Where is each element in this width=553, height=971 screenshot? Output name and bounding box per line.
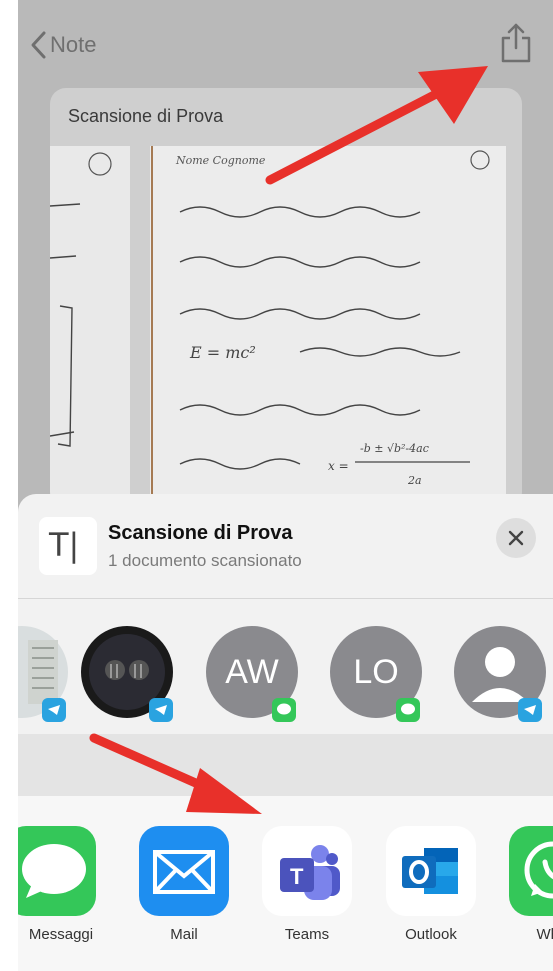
telegram-icon bbox=[149, 698, 173, 722]
mail-icon bbox=[153, 850, 215, 894]
separator-band bbox=[18, 734, 553, 796]
back-button[interactable]: Note bbox=[28, 28, 96, 62]
teams-app-button[interactable]: T bbox=[262, 826, 352, 916]
apps-row: Messaggi Mail T Teams Outlook W bbox=[18, 796, 553, 971]
share-sheet: T| Scansione di Prova 1 documento scansi… bbox=[18, 494, 553, 971]
app-label-teams: Teams bbox=[284, 926, 330, 943]
contact-photo-partial[interactable] bbox=[18, 626, 68, 722]
messages-icon bbox=[22, 844, 86, 898]
scanned-page-1 bbox=[50, 146, 130, 508]
mail-app-button[interactable] bbox=[139, 826, 229, 916]
preview-title: Scansione di Prova bbox=[68, 106, 224, 126]
share-icon[interactable] bbox=[498, 22, 534, 64]
screen: Note Scansione di Prova Nome Cognome E =… bbox=[0, 0, 553, 971]
outlook-icon bbox=[402, 848, 458, 894]
outlook-app-button[interactable] bbox=[386, 826, 476, 916]
messages-badge-icon bbox=[396, 698, 420, 722]
svg-text:E = mc²: E = mc² bbox=[189, 343, 256, 362]
contact-aw[interactable]: AW bbox=[206, 626, 298, 722]
share-title: Scansione di Prova bbox=[108, 522, 293, 544]
back-label: Note bbox=[50, 32, 97, 57]
svg-text:2a: 2a bbox=[407, 474, 422, 487]
share-subtitle: 1 documento scansionato bbox=[108, 551, 302, 570]
app-label-mail: Mail bbox=[170, 926, 198, 943]
svg-text:x =: x = bbox=[328, 459, 349, 473]
whatsapp-app-button[interactable] bbox=[509, 826, 553, 916]
svg-text:-b ± √b²-4ac: -b ± √b²-4ac bbox=[360, 442, 429, 455]
telegram-icon bbox=[518, 698, 542, 722]
messages-badge-icon bbox=[272, 698, 296, 722]
contact-generic[interactable] bbox=[454, 626, 546, 722]
app-label-messaggi: Messaggi bbox=[28, 926, 94, 943]
app-label-outlook: Outlook bbox=[405, 926, 457, 943]
share-sheet-header: T| Scansione di Prova 1 documento scansi… bbox=[18, 494, 553, 598]
whatsapp-icon bbox=[524, 841, 553, 899]
document-preview[interactable]: Scansione di Prova Nome Cognome E = mc² bbox=[50, 88, 522, 508]
scanned-page-2: Nome Cognome E = mc² x = -b ± √b²-4ac 2a bbox=[150, 146, 506, 508]
contacts-row: AW LO bbox=[18, 599, 553, 734]
close-button[interactable] bbox=[496, 518, 536, 558]
telegram-icon bbox=[42, 698, 66, 722]
text-cursor-icon: T| bbox=[49, 526, 80, 564]
left-edge bbox=[0, 0, 18, 971]
contact-lo[interactable]: LO bbox=[330, 626, 422, 722]
document-thumbnail: T| bbox=[39, 517, 97, 575]
chevron-left-icon bbox=[31, 31, 46, 59]
close-icon bbox=[508, 530, 524, 546]
svg-text:T: T bbox=[290, 864, 304, 889]
teams-icon: T bbox=[280, 845, 340, 900]
svg-text:Nome Cognome: Nome Cognome bbox=[175, 154, 266, 167]
app-label-whatsapp: What bbox=[536, 926, 553, 943]
contact-avatar-helmet[interactable] bbox=[81, 626, 173, 722]
messages-app-button[interactable] bbox=[18, 826, 96, 916]
